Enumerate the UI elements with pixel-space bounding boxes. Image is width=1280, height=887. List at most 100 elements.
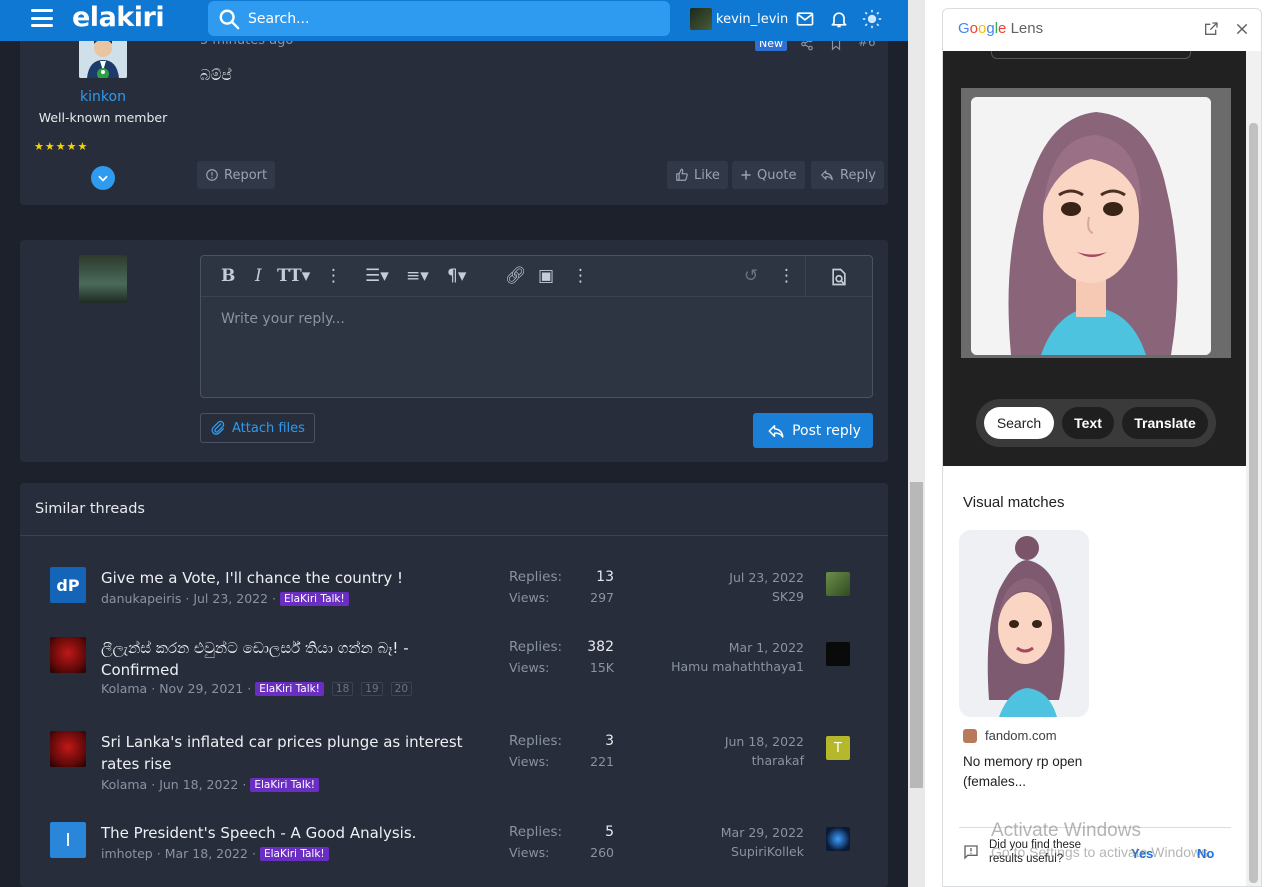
separator: · <box>251 846 256 861</box>
poster-user-title: Well-known member <box>38 110 168 125</box>
thread-title[interactable]: The President's Speech - A Good Analysis… <box>101 822 486 844</box>
views-label: Views: <box>509 845 550 860</box>
close-icon[interactable] <box>1234 21 1250 37</box>
account-menu[interactable]: kevin_levin <box>690 8 788 30</box>
report-label: Report <box>224 167 268 183</box>
link-icon[interactable]: 🔗︎ <box>505 266 527 286</box>
search-icon <box>219 9 240 29</box>
lens-scrollbar[interactable] <box>1246 51 1261 886</box>
menu-icon[interactable] <box>31 9 53 27</box>
views-count: 15K <box>589 660 614 675</box>
poster-username[interactable]: kinkon <box>20 89 186 105</box>
report-button[interactable]: Report <box>197 161 276 189</box>
site-logo[interactable]: elakiri <box>72 2 165 33</box>
separator: · <box>156 846 161 861</box>
last-post-date[interactable]: Jul 23, 2022 <box>729 570 804 585</box>
thread-prefix-tag[interactable]: ElaKiri Talk! <box>259 846 329 861</box>
selection-frame[interactable] <box>961 88 1231 358</box>
post-reply-button[interactable]: Post reply <box>753 413 873 448</box>
visual-match-thumbnail[interactable] <box>959 530 1089 717</box>
thread-prefix-tag[interactable]: ElaKiri Talk! <box>250 777 320 792</box>
thread-title[interactable]: ලීලැන්ස් කරන එවුන්ට ඩොලර්ස් තියා ගන්න බෑ… <box>101 637 486 681</box>
last-post-date[interactable]: Mar 1, 2022 <box>729 640 804 655</box>
page-link[interactable]: 18 <box>331 681 354 696</box>
last-post-date[interactable]: Jun 18, 2022 <box>725 734 804 749</box>
preview-icon[interactable] <box>829 267 849 287</box>
thread-title[interactable]: Sri Lanka's inflated car prices plunge a… <box>101 731 486 775</box>
bell-icon[interactable] <box>829 9 849 29</box>
list-icon[interactable]: ☰▾ <box>365 266 389 286</box>
separator: · <box>272 591 277 606</box>
more-tools-icon[interactable]: ⋮ <box>778 266 795 286</box>
last-poster[interactable]: SupiriKollek <box>731 844 804 859</box>
undo-icon[interactable]: ↺ <box>744 266 758 286</box>
more-insert-icon[interactable]: ⋮ <box>572 266 589 286</box>
reply-button[interactable]: Reply <box>811 161 885 189</box>
thread-author[interactable]: imhotep <box>101 846 153 861</box>
quote-button[interactable]: Quote <box>732 161 805 189</box>
thread-date[interactable]: Mar 18, 2022 <box>165 846 248 861</box>
tab-translate[interactable]: Translate <box>1122 407 1208 439</box>
thread-prefix-tag[interactable]: ElaKiri Talk! <box>255 681 324 696</box>
windows-activation-watermark: Activate Windows Go to Settings to activ… <box>991 820 1212 860</box>
thread-author-avatar[interactable] <box>50 637 86 673</box>
align-icon[interactable]: ≡▾ <box>406 266 429 286</box>
thread-date[interactable]: Jul 23, 2022 <box>193 591 268 606</box>
search-input[interactable]: Search... <box>208 1 670 36</box>
page-link[interactable]: 19 <box>361 681 383 696</box>
last-poster-avatar[interactable] <box>826 642 850 666</box>
reply-label: Reply <box>840 167 877 183</box>
open-in-new-tab-icon[interactable] <box>1203 21 1219 37</box>
alert-icon <box>206 169 218 181</box>
current-user-avatar[interactable] <box>79 255 127 303</box>
lens-header: Google Lens <box>943 9 1261 51</box>
forum-page: elakiri Search... kevin_levin kinkon Wel… <box>0 0 908 887</box>
like-button[interactable]: Like <box>667 161 728 189</box>
thread-meta: imhotep · Mar 18, 2022 · ElaKiri Talk! <box>101 846 329 861</box>
page-scrollbar[interactable] <box>908 0 925 887</box>
paragraph-icon[interactable]: ¶▾ <box>447 266 466 286</box>
match-caption[interactable]: No memory rp open (females... <box>963 752 1093 792</box>
thread-author-avatar[interactable]: I <box>50 822 86 858</box>
italic-icon[interactable]: I <box>255 266 262 286</box>
like-label: Like <box>694 167 720 183</box>
more-options-icon[interactable]: ⋮ <box>325 266 342 286</box>
theme-sun-icon[interactable] <box>862 9 882 29</box>
page-link[interactable]: 20 <box>390 681 413 696</box>
thread-meta: Kolama · Nov 29, 2021 · ElaKiri Talk! 18 1… <box>101 681 413 696</box>
thread-author-avatar[interactable] <box>50 731 86 767</box>
thread-author[interactable]: Kolama <box>101 681 147 696</box>
thread-author[interactable]: danukapeiris <box>101 591 181 606</box>
thread-title[interactable]: Give me a Vote, I'll chance the country … <box>101 567 486 589</box>
thread-meta: Kolama · Jun 18, 2022 · ElaKiri Talk! <box>101 777 320 792</box>
last-post-date[interactable]: Mar 29, 2022 <box>721 825 804 840</box>
thread-author-avatar[interactable]: dP <box>50 567 86 603</box>
last-poster[interactable]: SK29 <box>772 589 804 604</box>
paperclip-icon <box>211 420 225 435</box>
scrollbar-thumb[interactable] <box>910 482 923 788</box>
tab-text[interactable]: Text <box>1062 407 1114 439</box>
text-size-icon[interactable]: TT▾ <box>277 266 310 286</box>
last-poster[interactable]: tharakaf <box>752 753 804 768</box>
thread-meta: danukapeiris · Jul 23, 2022 · ElaKiri Talk… <box>101 591 349 606</box>
thread-date[interactable]: Jun 18, 2022 <box>159 777 238 792</box>
inbox-icon[interactable] <box>795 9 815 29</box>
attach-files-button[interactable]: Attach files <box>200 413 315 443</box>
match-source[interactable]: fandom.com <box>963 728 1057 743</box>
last-poster-avatar[interactable] <box>826 572 850 596</box>
thread-prefix-tag[interactable]: ElaKiri Talk! <box>280 591 349 606</box>
tab-search[interactable]: Search <box>984 407 1054 439</box>
bold-icon[interactable]: B <box>221 266 235 286</box>
reply-editor[interactable]: B I TT▾ ⋮ ☰▾ ≡▾ ¶▾ 🔗︎ ▣ ⋮ ↺ ⋮ Write your… <box>200 255 873 398</box>
last-poster-avatar[interactable] <box>826 827 850 851</box>
image-icon[interactable]: ▣ <box>538 266 554 286</box>
thread-date[interactable]: Nov 29, 2021 <box>159 681 243 696</box>
lens-scrollbar-thumb[interactable] <box>1249 123 1258 883</box>
replies-label: Replies: <box>509 733 563 749</box>
expand-user-info-button[interactable] <box>91 166 115 190</box>
last-poster-avatar[interactable]: T <box>826 736 850 760</box>
replies-label: Replies: <box>509 569 563 585</box>
last-poster[interactable]: Hamu mahaththaya1 <box>671 659 804 674</box>
thread-author[interactable]: Kolama <box>101 777 147 792</box>
views-label: Views: <box>509 660 550 675</box>
